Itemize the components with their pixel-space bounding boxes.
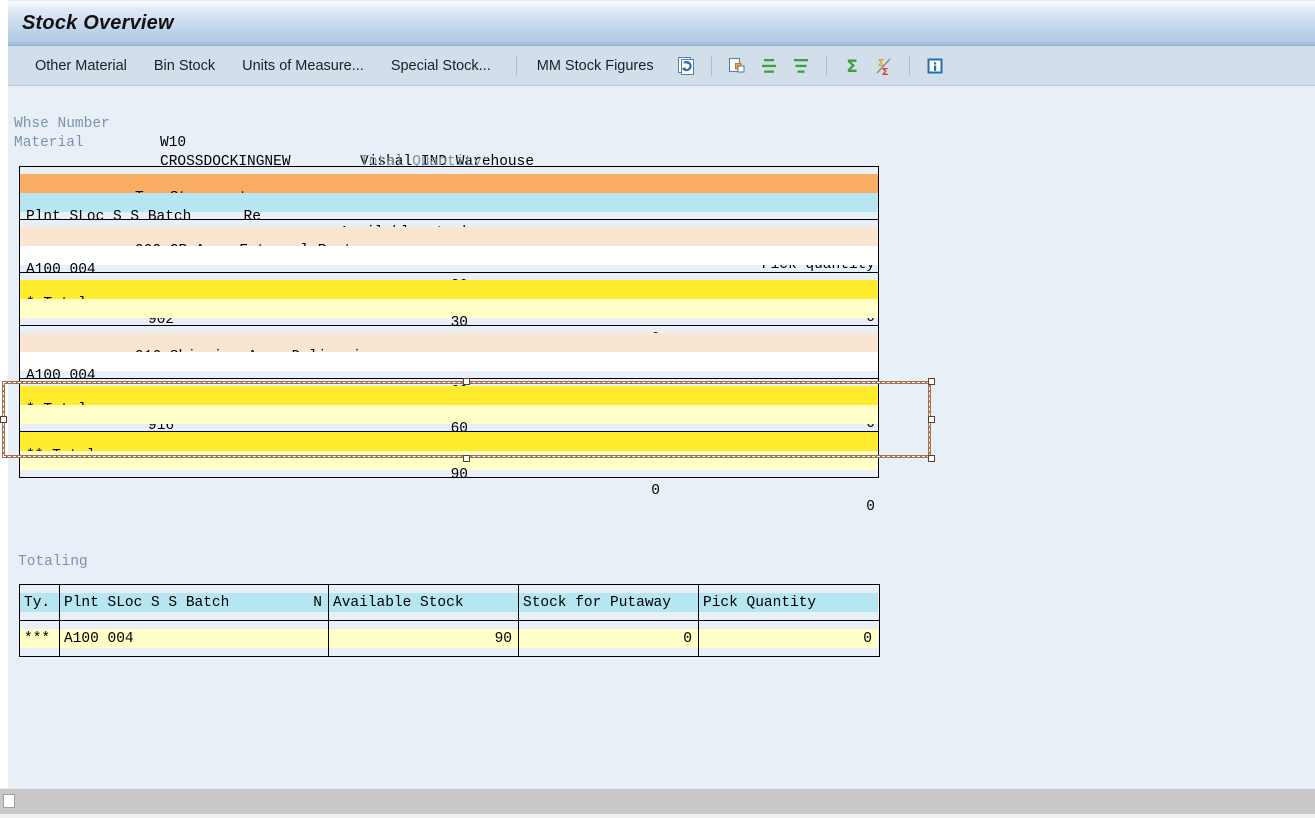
selection-handle-top[interactable] <box>463 378 470 385</box>
cell-available-stock-value: 90 <box>329 629 518 648</box>
cell-plnt-sloc-value: A100 004 <box>60 629 328 648</box>
totaling-label: Totaling <box>18 554 88 570</box>
header-line-whse: Whse Number W10 Vishal IND Warehouse <box>8 96 1008 170</box>
row-plnt-sloc: A100 004 <box>26 262 96 278</box>
totaling-header-row: Ty. Plnt SLoc S S Batch N Available Stoc… <box>20 585 879 621</box>
column-header-plnt: Plnt SLoc S S Batch Re <box>26 209 261 225</box>
selection-handle-left[interactable] <box>0 416 7 423</box>
subtotal-label-row: * Total 902 <box>20 280 878 328</box>
report-title-row: Typ Storage type name <box>20 174 878 206</box>
column-ty[interactable]: Ty. <box>20 585 60 620</box>
filter-icon[interactable] <box>787 52 815 80</box>
grand-total-group: ** Total 90 0 0 <box>20 432 878 515</box>
cell-stock-for-putaway-value: 0 <box>519 629 698 648</box>
selection-handle-top-right[interactable] <box>928 378 935 385</box>
storage-type-title-row: 902 GR Area External Rcpts <box>20 227 878 259</box>
other-material-button[interactable]: Other Material <box>24 54 138 78</box>
totaling-table: Ty. Plnt SLoc S S Batch N Available Stoc… <box>19 584 880 657</box>
column-available-stock-label: Available Stock <box>329 593 518 612</box>
column-pick-quantity-label: Pick Quantity <box>699 593 878 612</box>
grand-total-label-row: ** Total <box>20 432 878 464</box>
left-gutter <box>0 0 8 790</box>
storage-type-title-row: 916 Shipping Area Deliveries <box>20 333 878 365</box>
sort-ascending-icon[interactable] <box>755 52 783 80</box>
column-stock-for-putaway[interactable]: Stock for Putaway <box>519 585 699 620</box>
status-bar <box>0 788 1315 814</box>
cell-pick-quantity[interactable]: 0 <box>699 621 878 656</box>
refresh-icon[interactable] <box>672 52 700 80</box>
window-bottom-edge <box>0 814 1315 818</box>
grand-total-available-stock: 90 <box>450 467 468 483</box>
title-bar: Stock Overview <box>8 2 1315 46</box>
toolbar-separator-2 <box>710 56 712 76</box>
bin-stock-button[interactable]: Bin Stock <box>143 54 226 78</box>
subtotal-available-stock: 30 <box>450 315 468 331</box>
selection-handle-right[interactable] <box>928 416 935 423</box>
column-pick-quantity[interactable]: Pick Quantity <box>699 585 878 620</box>
cell-stock-for-putaway[interactable]: 0 <box>519 621 699 656</box>
toolbar-separator-3 <box>825 56 827 76</box>
column-plnt-sloc[interactable]: Plnt SLoc S S Batch N <box>60 585 329 620</box>
column-plnt-sloc-label: Plnt SLoc S S Batch <box>64 594 230 611</box>
cell-available-stock[interactable]: 90 <box>329 621 519 656</box>
header-info: Whse Number W10 Vishal IND Warehouse Mat… <box>8 96 1008 208</box>
column-plnt-sloc-labels: Plnt SLoc S S Batch N <box>60 593 328 612</box>
svg-text:Σ: Σ <box>881 67 888 76</box>
sum-icon[interactable]: Σ <box>838 52 866 80</box>
toolbar-separator-1 <box>515 56 517 76</box>
selection-handle-bottom[interactable] <box>463 455 470 462</box>
units-of-measure-button[interactable]: Units of Measure... <box>231 54 375 78</box>
grand-total-values-row: 90 0 0 <box>20 451 878 515</box>
cell-pick-quantity-value: 0 <box>699 629 878 648</box>
header-line-total-quantity: Total Quantity: 90 EA <box>8 134 1008 208</box>
column-available-stock[interactable]: Available Stock <box>329 585 519 620</box>
table-row[interactable]: A100 004 30 0 0 <box>20 246 878 326</box>
table-row[interactable]: *** A100 004 90 0 0 <box>20 621 879 656</box>
selection-handle-bottom-right[interactable] <box>928 455 935 462</box>
copy-icon[interactable] <box>723 52 751 80</box>
report-column-header-row: Plnt SLoc S S Batch Re Available stock S… <box>20 193 878 273</box>
toolbar-separator-4 <box>908 56 910 76</box>
special-stock-button[interactable]: Special Stock... <box>380 54 502 78</box>
header-line-material: Material CROSSDOCKINGNEW Test for Cross … <box>8 115 1008 189</box>
application-toolbar: Other Material Bin Stock Units of Measur… <box>8 46 1315 86</box>
info-icon[interactable] <box>921 52 949 80</box>
grand-total-pick-quantity: 0 <box>866 499 875 515</box>
svg-text:Σ: Σ <box>846 57 858 76</box>
status-bar-resize-icon[interactable] <box>3 794 15 808</box>
cell-ty[interactable]: *** <box>20 621 60 656</box>
spacer <box>20 371 878 378</box>
spacer <box>20 167 878 174</box>
storage-type-group-916: 916 Shipping Area Deliveries A100 004 60… <box>20 326 878 432</box>
column-stock-for-putaway-label: Stock for Putaway <box>519 593 698 612</box>
column-plnt-sloc-label-n: N <box>313 594 322 611</box>
cell-ty-value: *** <box>20 629 59 648</box>
page-title: Stock Overview <box>22 12 174 34</box>
subtotal-label-row: * Total 916 <box>20 386 878 434</box>
column-ty-label: Ty. <box>20 593 59 612</box>
report-header-group: Typ Storage type name Plnt SLoc S S Batc… <box>20 167 878 273</box>
table-row[interactable]: A100 004 60 0 0 <box>20 352 878 432</box>
status-bar-message-field <box>22 791 1310 813</box>
subtotal-icon[interactable]: Σ Σ <box>870 52 898 80</box>
cell-plnt-sloc[interactable]: A100 004 <box>60 621 329 656</box>
grand-total-stock-for-putaway: 0 <box>651 483 660 499</box>
stock-report-table: Typ Storage type name Plnt SLoc S S Batc… <box>19 166 879 515</box>
row-plnt-sloc: A100 004 <box>26 368 96 384</box>
mm-stock-figures-button[interactable]: MM Stock Figures <box>526 54 665 78</box>
subtotal-values-row: 60 0 0 <box>20 405 878 469</box>
stock-overview-window: Stock Overview Other Material Bin Stock … <box>0 0 1315 818</box>
subtotal-values-row: 30 0 0 <box>20 299 878 363</box>
